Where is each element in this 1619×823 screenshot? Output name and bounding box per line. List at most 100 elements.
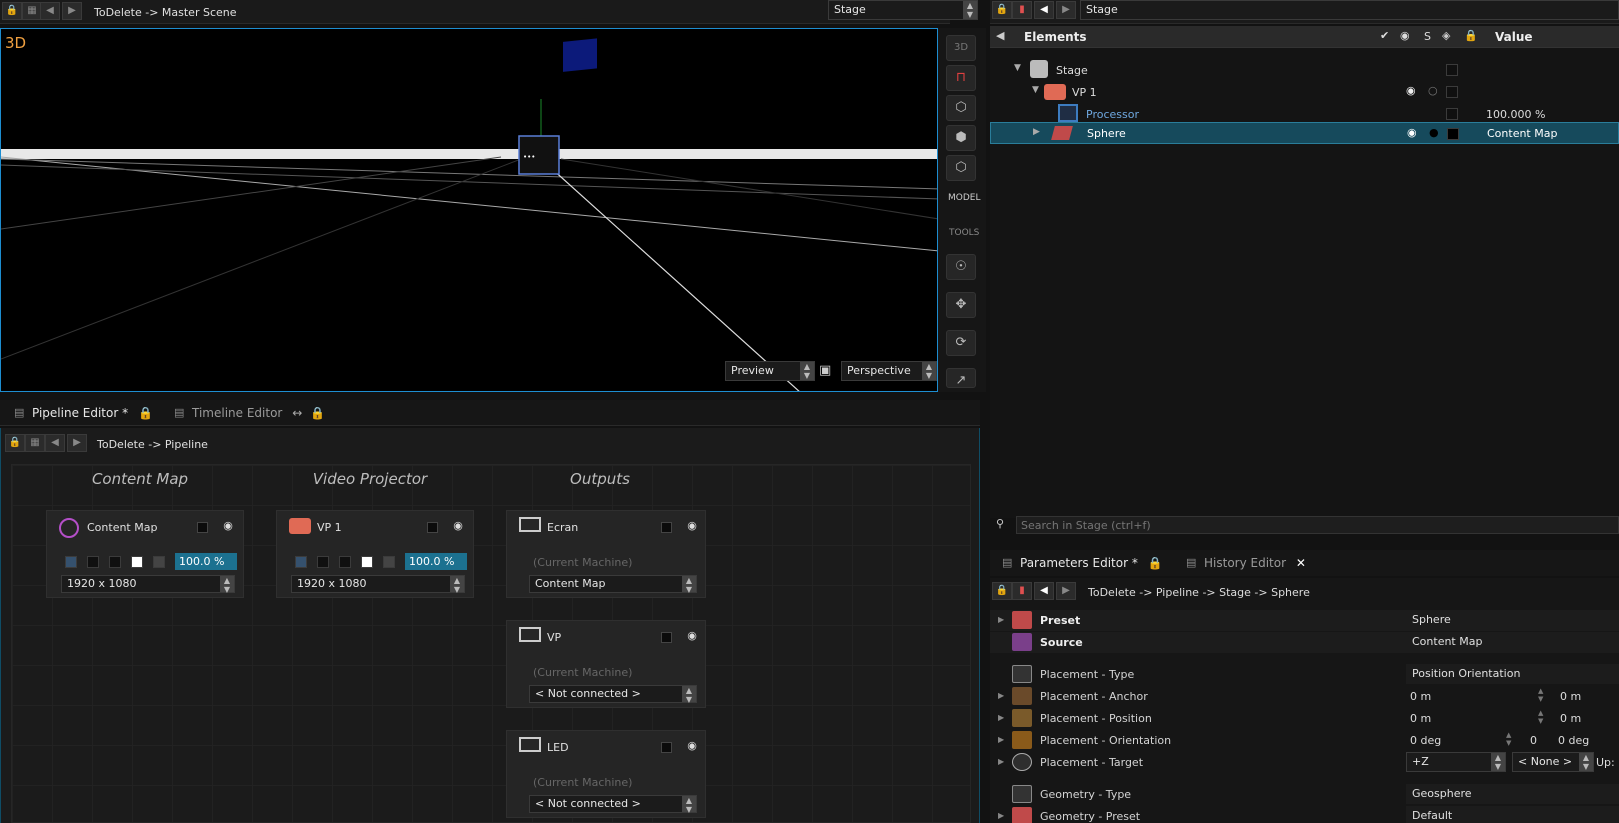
forward-arrow-icon[interactable]: ▶ (1056, 582, 1076, 600)
spin-arrows-icon[interactable]: ▲ ▼ (682, 796, 696, 814)
tab-pipeline-editor[interactable]: ▤ Pipeline Editor * 🔒 ✕ (8, 402, 158, 442)
row-checkbox[interactable] (1446, 86, 1458, 98)
param-row-placement-position[interactable]: ▶ Placement - Position 0 m ▲ ▼ 0 m (990, 708, 1619, 729)
output-node-ecran[interactable]: Ecran ◉ (Current Machine) Content Map ▲ ▼ (506, 510, 706, 598)
lock-icon[interactable]: 🔒 (310, 406, 325, 420)
move-icon[interactable]: ✥ (946, 292, 976, 318)
lock-icon[interactable]: 🔒 (1148, 556, 1163, 570)
cube-icon[interactable]: ⬡ (946, 95, 976, 121)
camera-select[interactable]: Perspective ▲ ▼ (841, 361, 937, 381)
param-value[interactable]: Position Orientation (1406, 664, 1619, 684)
lock-icon[interactable]: 🔒 (992, 1, 1012, 19)
info-icon[interactable] (295, 556, 307, 568)
black-swatch[interactable] (339, 556, 351, 568)
node-checkbox[interactable] (197, 522, 208, 533)
expand-right-icon[interactable]: ▶ (998, 811, 1004, 820)
spin-arrows-icon[interactable]: ▲ ▼ (1491, 753, 1505, 771)
param-value[interactable]: Geosphere (1406, 784, 1619, 804)
eraser-icon[interactable]: ▮ (1012, 582, 1032, 600)
rotate-icon[interactable]: ⟳ (946, 330, 976, 356)
spin-arrows-icon[interactable]: ▲ ▼ (963, 1, 977, 19)
param-value[interactable]: 0 deg (1410, 734, 1441, 747)
scene-select[interactable]: Stage ▲ ▼ (828, 0, 978, 20)
pause-icon[interactable] (153, 556, 165, 568)
node-checkbox[interactable] (661, 522, 672, 533)
spin-arrows-icon[interactable]: ▲ ▼ (800, 362, 814, 380)
content-map-percent[interactable]: 100.0 % (175, 553, 237, 570)
tree-row[interactable]: ▼ VP 1 ◉ ○ (990, 82, 1619, 102)
solo-circle-icon[interactable]: ○ (1428, 84, 1438, 97)
expand-right-icon[interactable]: ▶ (998, 691, 1004, 700)
back-arrow-icon[interactable]: ◀ (45, 434, 65, 452)
param-value[interactable]: Sphere (1406, 610, 1619, 630)
lock-icon[interactable]: 🔒 (5, 434, 25, 452)
param-value[interactable]: Default (1406, 806, 1619, 823)
white-swatch[interactable] (131, 556, 143, 568)
cube-wire-icon[interactable]: ⬡ (946, 155, 976, 181)
back-arrow-icon[interactable]: ◀ (40, 2, 60, 20)
collapse-icon[interactable]: ◀ (996, 29, 1004, 42)
tab-history-editor[interactable]: ▤ History Editor ✕ (1180, 552, 1310, 574)
forward-arrow-icon[interactable]: ▶ (67, 434, 87, 452)
viewport-3d[interactable]: 3D ••• Preview ▲ ▼ ▣ Perspective ▲ ▼ (0, 28, 938, 392)
eye-icon[interactable]: ◉ (449, 520, 467, 532)
spin-arrows-icon[interactable]: ▲ ▼ (220, 576, 234, 594)
magnet-icon[interactable]: ⊓ (946, 65, 976, 91)
param-value[interactable]: 0 m (1410, 690, 1431, 703)
param-row-placement-anchor[interactable]: ▶ Placement - Anchor 0 m ▲ ▼ 0 m (990, 686, 1619, 707)
spin-arrows-icon[interactable]: ▲ ▼ (682, 576, 696, 594)
preview-select[interactable]: Preview ▲ ▼ (725, 361, 815, 381)
mute-icon[interactable] (87, 556, 99, 568)
spin-arrows-icon[interactable]: ▲ ▼ (1538, 687, 1543, 703)
tree-row-value[interactable]: 100.000 % (1486, 108, 1545, 121)
output-node-led[interactable]: LED ◉ (Current Machine) < Not connected … (506, 730, 706, 818)
vp1-percent[interactable]: 100.0 % (405, 553, 467, 570)
solo-dot-icon[interactable]: ● (1429, 126, 1439, 139)
param-row-preset[interactable]: ▶ Preset Sphere (990, 610, 1619, 631)
expand-right-icon[interactable]: ▶ (998, 757, 1004, 766)
camera-icon[interactable]: ▣ (819, 363, 831, 378)
back-arrow-icon[interactable]: ◀ (1034, 582, 1054, 600)
expand-right-icon[interactable]: ▶ (1033, 127, 1040, 137)
tree-row[interactable]: Processor 100.000 % (990, 104, 1619, 124)
info-icon[interactable] (65, 556, 77, 568)
tree-row[interactable]: ▼ Stage (990, 60, 1619, 80)
grid-icon[interactable]: ▦ (25, 434, 45, 452)
param-value-2[interactable]: 0 (1530, 734, 1537, 747)
elements-stage-select[interactable]: Stage (1080, 0, 1619, 20)
tab-parameters-editor[interactable]: ▤ Parameters Editor * 🔒 ✕ (996, 552, 1176, 592)
forward-arrow-icon[interactable]: ▶ (1056, 1, 1076, 19)
output-node-vp[interactable]: VP ◉ (Current Machine) < Not connected >… (506, 620, 706, 708)
expand-down-icon[interactable]: ▼ (1032, 85, 1039, 95)
model-label[interactable]: MODEL (948, 193, 980, 203)
expand-right-icon[interactable]: ▶ (998, 615, 1004, 624)
node-checkbox[interactable] (661, 742, 672, 753)
param-row-geometry-type[interactable]: Geometry - Type Geosphere (990, 784, 1619, 805)
param-value[interactable]: Content Map (1406, 632, 1619, 652)
view-3d-button[interactable]: 3D (946, 35, 976, 61)
param-value-2[interactable]: 0 m (1560, 712, 1581, 725)
param-value[interactable]: 0 m (1410, 712, 1431, 725)
black-swatch[interactable] (109, 556, 121, 568)
expand-right-icon[interactable]: ▶ (998, 735, 1004, 744)
scale-icon[interactable]: ↗ (946, 368, 976, 388)
target-axis-select[interactable]: +Z ▲ ▼ (1406, 752, 1506, 772)
expand-right-icon[interactable]: ▶ (998, 713, 1004, 722)
pause-icon[interactable] (383, 556, 395, 568)
node-checkbox[interactable] (661, 632, 672, 643)
param-row-source[interactable]: Source Content Map (990, 632, 1619, 653)
lock-icon[interactable]: 🔒 (992, 582, 1012, 600)
expand-down-icon[interactable]: ▼ (1014, 63, 1021, 73)
eye-icon[interactable]: ◉ (1407, 126, 1417, 139)
search-input[interactable] (1016, 516, 1619, 534)
node-checkbox[interactable] (427, 522, 438, 533)
spin-arrows-icon[interactable]: ▲ ▼ (682, 686, 696, 704)
target-object-select[interactable]: < None > ▲ ▼ (1512, 752, 1594, 772)
close-icon[interactable]: ✕ (1296, 556, 1306, 570)
content-map-resolution-select[interactable]: 1920 x 1080 ▲ ▼ (61, 575, 235, 594)
param-row-placement-target[interactable]: ▶ Placement - Target +Z ▲ ▼ < None > ▲ ▼ U… (990, 752, 1619, 773)
output-source-select[interactable]: < Not connected > ▲ ▼ (529, 795, 697, 814)
vp1-resolution-select[interactable]: 1920 x 1080 ▲ ▼ (291, 575, 465, 594)
spin-arrows-icon[interactable]: ▲ ▼ (922, 362, 936, 380)
tab-timeline-editor[interactable]: ▤ Timeline Editor ↔ 🔒 ✕ (168, 402, 338, 442)
